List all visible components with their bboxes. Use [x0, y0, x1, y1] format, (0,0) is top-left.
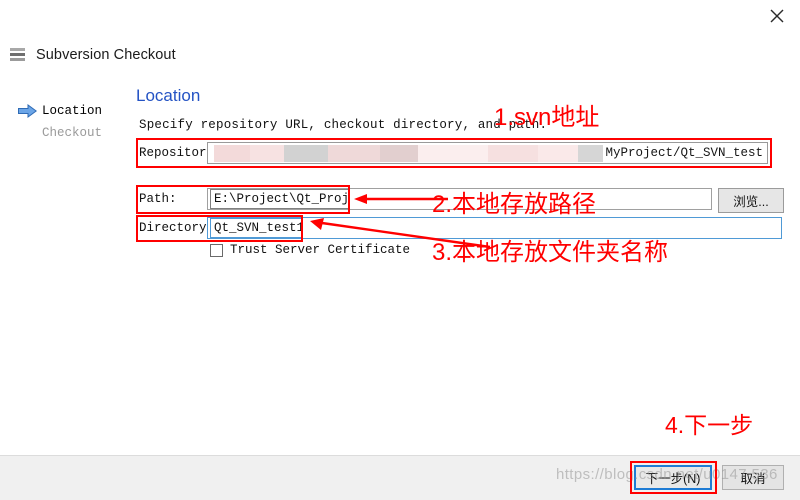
dialog-title-row: Subversion Checkout: [10, 44, 176, 66]
browse-button[interactable]: 浏览...: [718, 188, 784, 213]
close-button[interactable]: [754, 0, 800, 32]
repository-input[interactable]: MyProject/Qt_SVN_test: [207, 142, 768, 164]
dialog-title: Subversion Checkout: [36, 47, 176, 63]
page-title: Location: [136, 86, 201, 105]
directory-input[interactable]: Qt_SVN_test1: [210, 218, 302, 238]
checkbox-box: [210, 243, 223, 257]
subversion-checkout-dialog: Subversion Checkout Location Checkout Lo…: [0, 0, 800, 500]
sidebar-item-location[interactable]: Location: [0, 100, 130, 122]
sidebar-item-label: Checkout: [42, 126, 103, 140]
close-icon: [770, 9, 784, 23]
path-input[interactable]: E:\Project\Qt_Project: [210, 189, 350, 209]
sidebar-item-checkout[interactable]: Checkout: [0, 122, 130, 144]
title-bar: [0, 0, 800, 32]
trust-server-certificate-checkbox[interactable]: Trust Server Certificate: [210, 243, 410, 257]
trust-server-certificate-label: Trust Server Certificate: [230, 243, 411, 257]
wizard-step-list: Location Checkout: [0, 100, 130, 144]
annotation-label-4: 4.下一步: [665, 412, 754, 438]
blue-arrow-icon: [18, 104, 37, 118]
next-button[interactable]: 下一步(N): [634, 465, 712, 490]
stack-icon: [10, 48, 26, 62]
page-description: Specify repository URL, checkout directo…: [139, 118, 548, 132]
cancel-button[interactable]: 取消: [722, 465, 784, 490]
directory-label: Directory:: [139, 221, 215, 235]
sidebar-item-label: Location: [42, 104, 103, 118]
repository-value-tail: MyProject/Qt_SVN_test: [603, 145, 763, 162]
path-label: Path:: [139, 192, 177, 206]
